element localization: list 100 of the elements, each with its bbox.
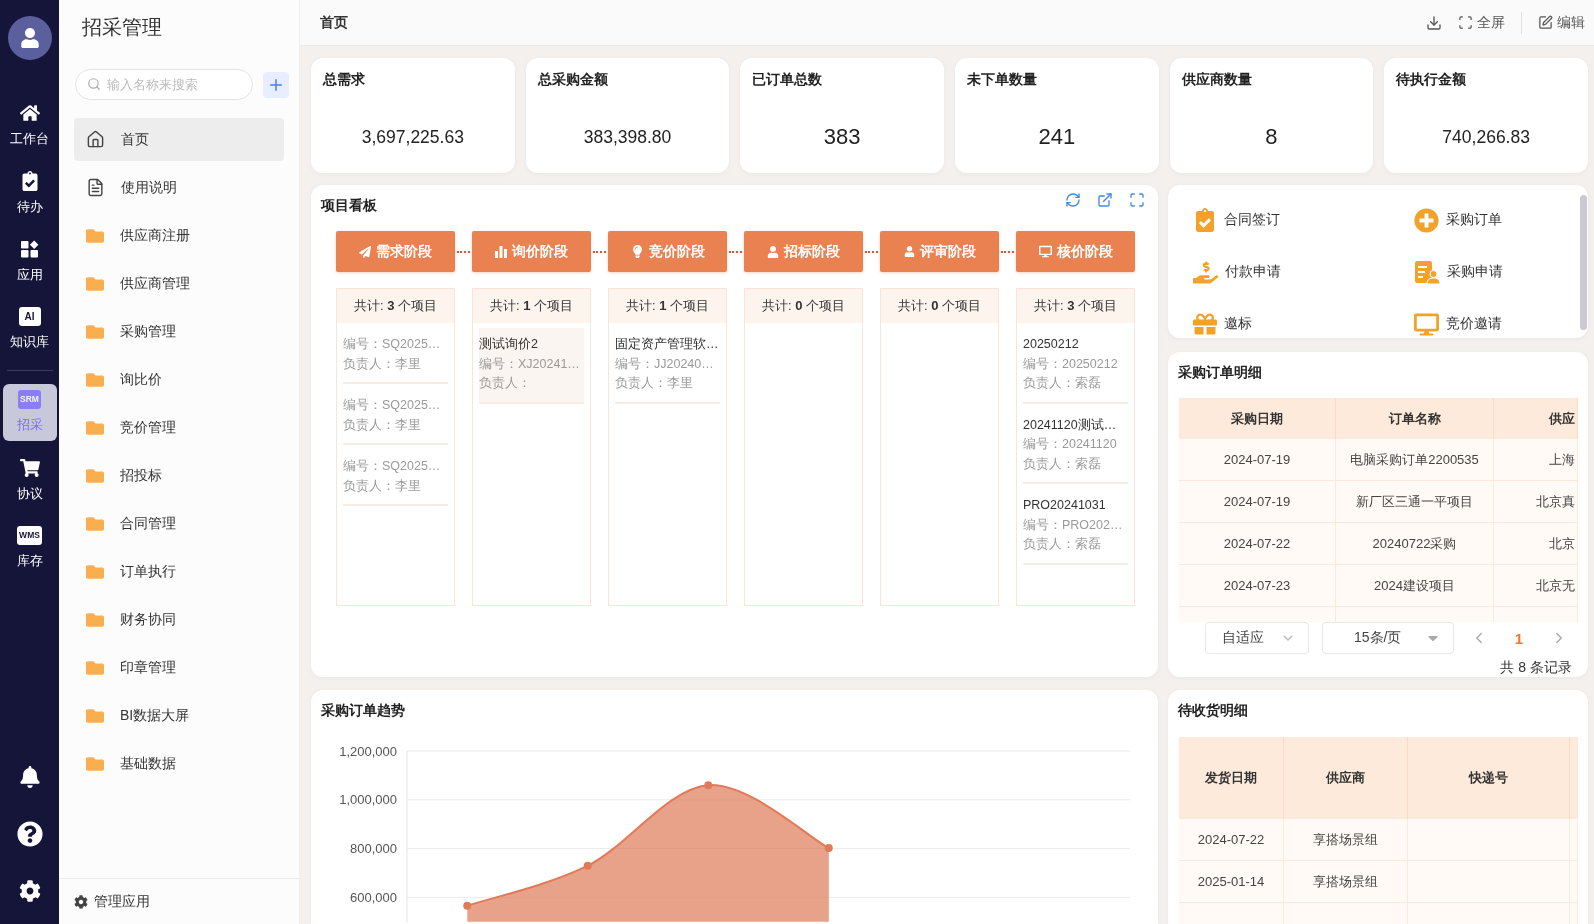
- project-name: 固定资产管理软…: [615, 336, 719, 353]
- table-row[interactable]: 2024-07-19 电脑采购订单2200535 上海: [1179, 439, 1578, 481]
- project-code: 编号：SQ2025…: [343, 458, 441, 475]
- quick-action[interactable]: 合同签订: [1193, 194, 1280, 246]
- project-name: PRO20241031: [1023, 497, 1106, 514]
- table-cell: 2025-01-14: [1179, 861, 1284, 902]
- fullscreen-icon: [1458, 15, 1473, 30]
- menu-item[interactable]: 使用说明: [74, 166, 284, 209]
- stage-connector: [457, 250, 470, 253]
- stat-label: 已订单总数: [752, 70, 824, 89]
- table-row[interactable]: 2024-07-22 20240722采购 北京: [1179, 523, 1578, 565]
- fit-select[interactable]: 自适应: [1205, 622, 1309, 654]
- rail-item[interactable]: AI 知识库: [2, 301, 57, 358]
- fullscreen-icon[interactable]: [1129, 192, 1145, 208]
- project-code: 编号：20241120: [1023, 436, 1117, 453]
- monitor-icon: [1414, 311, 1439, 337]
- user-icon: [903, 246, 915, 257]
- stage-summary: 共计: 1 个项目: [473, 289, 590, 323]
- table-cell: 2024-07-23: [1179, 565, 1336, 606]
- project-name: 20250212: [1023, 336, 1079, 353]
- project-code: 编号：XJ20241…: [479, 355, 580, 373]
- bell-icon[interactable]: [18, 766, 41, 788]
- table-cell: 2024-07-19: [1179, 439, 1336, 480]
- scrollbar[interactable]: [1580, 195, 1587, 330]
- stat-value: 740,266.83: [1441, 126, 1531, 149]
- quick-action[interactable]: 付款申请: [1193, 246, 1281, 298]
- stat-label: 未下单数量: [967, 70, 1038, 89]
- menu-item[interactable]: 合同管理: [74, 502, 284, 545]
- rail-item[interactable]: 工作台: [2, 97, 57, 154]
- table-cell: 上海: [1494, 439, 1578, 480]
- table-cell: 北京无: [1494, 565, 1578, 606]
- page-size-select[interactable]: 15条/页: [1322, 622, 1454, 654]
- project-owner: 负责人：李里: [615, 375, 693, 392]
- rail-item[interactable]: WMS 库存: [2, 520, 57, 577]
- project-card[interactable]: 测试询价2 编号：XJ20241… 负责人：: [479, 328, 584, 404]
- folder-icon: [86, 610, 104, 629]
- folder-icon: [86, 466, 104, 485]
- panel-title: 采购订单趋势: [321, 702, 405, 718]
- menu-item[interactable]: 供应商管理: [74, 262, 284, 305]
- project-card[interactable]: PRO20241031 编号：PRO202… 负责人：索磊: [1023, 489, 1128, 565]
- rail-item[interactable]: 应用: [2, 233, 57, 290]
- column-header: 供应: [1494, 398, 1578, 439]
- menu-item[interactable]: 首页: [74, 118, 284, 161]
- project-owner: 负责人：李里: [343, 477, 421, 495]
- refresh-icon[interactable]: [1065, 192, 1081, 208]
- quick-action[interactable]: 采购申请: [1414, 246, 1503, 298]
- stage-connector: [593, 250, 606, 253]
- project-card[interactable]: 20241120测试… 编号：20241120 负责人：索磊: [1023, 408, 1128, 484]
- menu-item[interactable]: BI数据大屏: [74, 694, 284, 737]
- menu-item[interactable]: 订单执行: [74, 550, 284, 593]
- menu-item[interactable]: 采购管理: [74, 310, 284, 353]
- home-icon: [19, 103, 40, 123]
- help-icon[interactable]: [16, 821, 43, 847]
- edit-button[interactable]: 编辑: [1538, 13, 1585, 32]
- column-header: 采购日期: [1179, 398, 1336, 439]
- folder-icon: [86, 418, 104, 437]
- download-icon[interactable]: [1426, 14, 1442, 31]
- table-row[interactable]: 2024-07-22 享搭场景组: [1179, 819, 1578, 861]
- folder-icon: [86, 322, 104, 341]
- table-row[interactable]: 2025-01-14 享搭场景组: [1179, 861, 1578, 903]
- menu-item[interactable]: 印章管理: [74, 646, 284, 689]
- app-code-tile: AI: [18, 307, 41, 326]
- settings-icon[interactable]: [18, 880, 41, 902]
- fullscreen-button[interactable]: 全屏: [1458, 13, 1505, 32]
- stat-label: 总采购金额: [537, 70, 609, 89]
- app-code-tile: SRM: [18, 390, 41, 409]
- folder-icon: [86, 754, 104, 773]
- cart-icon: [19, 458, 40, 478]
- search-field[interactable]: 输入名称来搜索: [75, 69, 253, 100]
- avatar-icon[interactable]: [7, 16, 52, 60]
- quick-action[interactable]: 采购订单: [1414, 194, 1502, 246]
- panel-title: 项目看板: [321, 197, 377, 213]
- panel-title: 待收货明细: [1178, 702, 1248, 718]
- column-header: 供应商: [1284, 737, 1408, 819]
- rail-item[interactable]: 待办: [2, 165, 57, 222]
- lightbulb-icon: [630, 245, 644, 258]
- app-code-tile: WMS: [17, 526, 42, 545]
- search-icon: [87, 77, 101, 91]
- menu-item[interactable]: 竞价管理: [74, 406, 284, 449]
- quick-action[interactable]: 邀标: [1193, 298, 1252, 338]
- table-row[interactable]: 2024-07-19 新厂区三通一平项目 北京真: [1179, 481, 1578, 523]
- menu-item[interactable]: 基础数据: [74, 742, 284, 785]
- rail-item[interactable]: 协议: [2, 452, 57, 509]
- manage-apps-button[interactable]: 管理应用: [74, 892, 150, 911]
- monitor-icon: [1038, 245, 1052, 258]
- add-button[interactable]: [263, 71, 289, 98]
- hand-coin-icon: [1193, 259, 1218, 285]
- external-link-icon[interactable]: [1097, 192, 1113, 208]
- stat-label: 总需求: [323, 70, 366, 89]
- total-records: 共 8 条记录: [1500, 658, 1572, 677]
- menu-item[interactable]: 供应商注册: [74, 214, 284, 257]
- menu-item[interactable]: 询比价: [74, 358, 284, 401]
- menu-item[interactable]: 招投标: [74, 454, 284, 497]
- project-card[interactable]: 固定资产管理软… 编号：JJ20240… 负责人：李里: [615, 328, 720, 404]
- quick-action[interactable]: 竞价邀请: [1414, 298, 1502, 338]
- project-card[interactable]: 20250212 编号：20250212 负责人：索磊: [1023, 328, 1128, 404]
- menu-item[interactable]: 财务协同: [74, 598, 284, 641]
- settings-icon: [74, 894, 88, 909]
- folder-icon: [86, 226, 104, 245]
- table-row[interactable]: 2024-07-23 2024建设项目 北京无: [1179, 565, 1578, 607]
